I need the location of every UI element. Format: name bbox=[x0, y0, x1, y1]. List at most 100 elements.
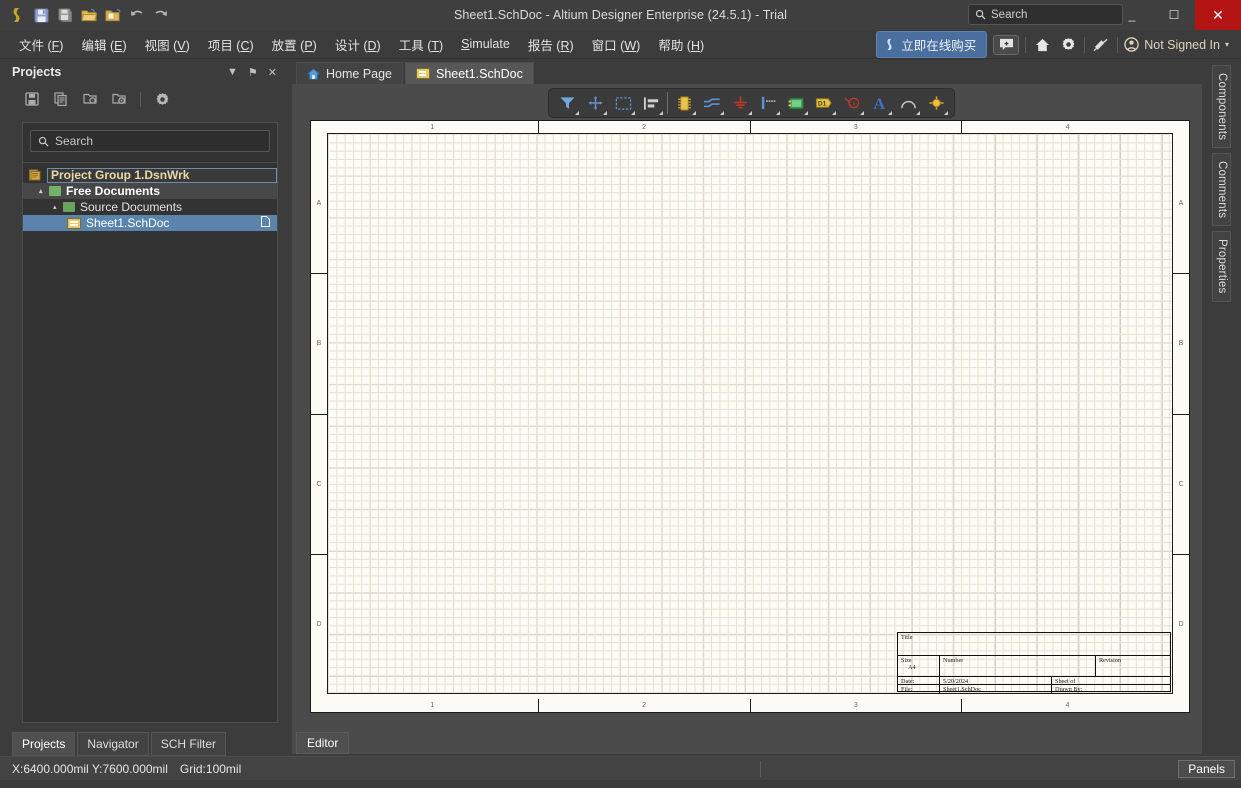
folder-search-icon[interactable] bbox=[80, 90, 100, 108]
projects-panel-toolbar bbox=[0, 84, 288, 114]
schematic-sheet[interactable]: 1 2 3 4 1 2 3 4 A B C D A B C D Title Si… bbox=[310, 120, 1190, 713]
open-file-icon[interactable] bbox=[78, 4, 100, 26]
altium-logo-icon bbox=[887, 39, 892, 50]
filter-icon[interactable] bbox=[553, 90, 581, 116]
menu-project[interactable]: 项目 (C) bbox=[199, 31, 263, 58]
tab-navigator[interactable]: Navigator bbox=[77, 732, 149, 756]
save-all-icon[interactable] bbox=[54, 4, 76, 26]
status-bar: X:6400.000mil Y:7600.000mil Grid:100mil … bbox=[0, 756, 1241, 780]
tab-sch-filter[interactable]: SCH Filter bbox=[150, 732, 227, 756]
maximize-button[interactable]: ☐ bbox=[1153, 0, 1195, 30]
tree-item-label: Source Documents bbox=[80, 200, 183, 214]
gear-icon[interactable] bbox=[1058, 35, 1078, 55]
menu-report[interactable]: 报告 (R) bbox=[519, 31, 583, 58]
place-wire-icon[interactable] bbox=[698, 90, 726, 116]
close-button[interactable]: ✕ bbox=[1195, 0, 1241, 30]
tab-projects[interactable]: Projects bbox=[12, 732, 76, 756]
title-block-drawnby-label: Drawn By: bbox=[1055, 686, 1083, 693]
zone-label: C bbox=[311, 415, 327, 555]
tree-item-label: Free Documents bbox=[66, 184, 161, 198]
tab-label: Sheet1.SchDoc bbox=[436, 66, 523, 81]
title-block-size-label: Size bbox=[901, 657, 912, 664]
place-text-icon[interactable]: A bbox=[866, 90, 894, 116]
panels-button[interactable]: Panels bbox=[1178, 760, 1235, 778]
zone-label: D bbox=[316, 620, 322, 628]
buy-online-label: 立即在线购买 bbox=[901, 39, 977, 53]
buy-online-button[interactable]: 立即在线购买 bbox=[876, 31, 988, 58]
tab-components[interactable]: Components bbox=[1212, 65, 1231, 149]
tree-item-free-documents[interactable]: ▴ Free Documents bbox=[23, 183, 277, 199]
area-select-icon[interactable] bbox=[609, 90, 637, 116]
signin-label: Not Signed In bbox=[1144, 37, 1220, 52]
menu-help[interactable]: 帮助 (H) bbox=[649, 31, 713, 58]
save-icon[interactable] bbox=[30, 4, 52, 26]
tab-comments[interactable]: Comments bbox=[1212, 153, 1231, 227]
tab-home-page[interactable]: Home Page bbox=[296, 62, 404, 84]
title-block-file-label: File: bbox=[898, 685, 940, 693]
tree-item-project-group[interactable]: Project Group 1.DsnWrk bbox=[23, 167, 277, 183]
menu-edit[interactable]: 编辑 (E) bbox=[72, 31, 135, 58]
projects-search-input[interactable]: Search bbox=[30, 130, 270, 152]
quick-access-toolbar bbox=[0, 4, 172, 26]
undo-icon[interactable] bbox=[126, 4, 148, 26]
zone-label: 3 bbox=[751, 699, 963, 712]
sheet-title-block[interactable]: Title Size A4 Number Revision Date: 5/20… bbox=[897, 632, 1171, 693]
menu-place[interactable]: 放置 (P) bbox=[263, 31, 326, 58]
place-bus-entry-icon[interactable] bbox=[754, 90, 782, 116]
place-sheet-symbol-icon[interactable] bbox=[782, 90, 810, 116]
align-icon[interactable] bbox=[637, 90, 665, 116]
menu-tools[interactable]: 工具 (T) bbox=[390, 31, 452, 58]
home-icon[interactable] bbox=[1032, 35, 1052, 55]
projects-panel: Projects ▼ ⚑ ✕ Search Project Group 1.Ds… bbox=[0, 60, 288, 756]
chevron-down-icon: ▾ bbox=[1224, 40, 1229, 49]
left-panel-tabs: Projects Navigator SCH Filter bbox=[12, 732, 227, 756]
panel-dropdown-icon[interactable]: ▼ bbox=[222, 66, 243, 78]
folder-icon bbox=[49, 186, 61, 196]
account-menu[interactable]: Not Signed In ▾ bbox=[1124, 37, 1229, 52]
panel-close-icon[interactable]: ✕ bbox=[263, 66, 282, 79]
redo-icon[interactable] bbox=[150, 4, 172, 26]
place-arc-icon[interactable] bbox=[894, 90, 922, 116]
menu-view[interactable]: 视图 (V) bbox=[136, 31, 199, 58]
menu-bar-right-group: 立即在线购买 Not Signed In ▾ bbox=[876, 30, 1237, 59]
tree-item-source-documents[interactable]: ▴ Source Documents bbox=[23, 199, 277, 215]
schematic-doc-icon bbox=[416, 68, 431, 79]
place-no-erc-icon[interactable] bbox=[838, 90, 866, 116]
sheet-drawing-area[interactable]: Title Size A4 Number Revision Date: 5/20… bbox=[327, 133, 1173, 694]
expander-icon[interactable]: ▴ bbox=[53, 203, 62, 211]
place-junction-icon[interactable] bbox=[922, 90, 950, 116]
folder-settings-icon[interactable] bbox=[109, 90, 129, 108]
open-project-icon[interactable] bbox=[102, 4, 124, 26]
gear-icon[interactable] bbox=[152, 90, 172, 108]
expander-icon[interactable]: ▴ bbox=[39, 187, 48, 195]
save-icon[interactable] bbox=[22, 90, 42, 108]
tab-sheet1-schdoc[interactable]: Sheet1.SchDoc bbox=[405, 62, 534, 84]
schematic-canvas[interactable]: 1 2 3 4 1 2 3 4 A B C D A B C D Title Si… bbox=[294, 120, 1193, 751]
documents-icon[interactable] bbox=[51, 90, 71, 108]
title-block-number-label: Number bbox=[943, 657, 964, 664]
menu-window[interactable]: 窗口 (W) bbox=[583, 31, 650, 58]
place-net-label-icon[interactable]: D1 bbox=[810, 90, 838, 116]
tree-item-sheet1-schdoc[interactable]: Sheet1.SchDoc bbox=[23, 215, 277, 231]
minimize-button[interactable]: _ bbox=[1111, 0, 1153, 30]
global-search-input[interactable]: Search bbox=[968, 4, 1123, 25]
zone-label: 1 bbox=[327, 699, 539, 712]
tab-label: Home Page bbox=[326, 66, 393, 81]
menu-simulate[interactable]: Simulate bbox=[452, 33, 519, 55]
panel-title: Projects bbox=[12, 65, 62, 79]
crosshair-move-icon[interactable] bbox=[581, 90, 609, 116]
extensions-icon[interactable] bbox=[1091, 35, 1111, 55]
place-component-icon[interactable] bbox=[670, 90, 698, 116]
panel-pin-icon[interactable]: ⚑ bbox=[243, 66, 263, 79]
tab-properties[interactable]: Properties bbox=[1212, 231, 1231, 302]
tab-editor[interactable]: Editor bbox=[296, 732, 350, 754]
title-block-title-label: Title bbox=[901, 634, 913, 641]
altium-logo-icon[interactable] bbox=[6, 4, 28, 26]
search-icon bbox=[38, 136, 49, 147]
place-gnd-power-port-icon[interactable] bbox=[726, 90, 754, 116]
menu-design[interactable]: 设计 (D) bbox=[326, 31, 390, 58]
sheet-zone-ruler-bottom: 1 2 3 4 bbox=[327, 699, 1173, 712]
zone-label: A bbox=[1173, 134, 1189, 275]
comment-add-icon[interactable] bbox=[993, 34, 1020, 55]
menu-file[interactable]: 文件 (F) bbox=[10, 31, 72, 58]
